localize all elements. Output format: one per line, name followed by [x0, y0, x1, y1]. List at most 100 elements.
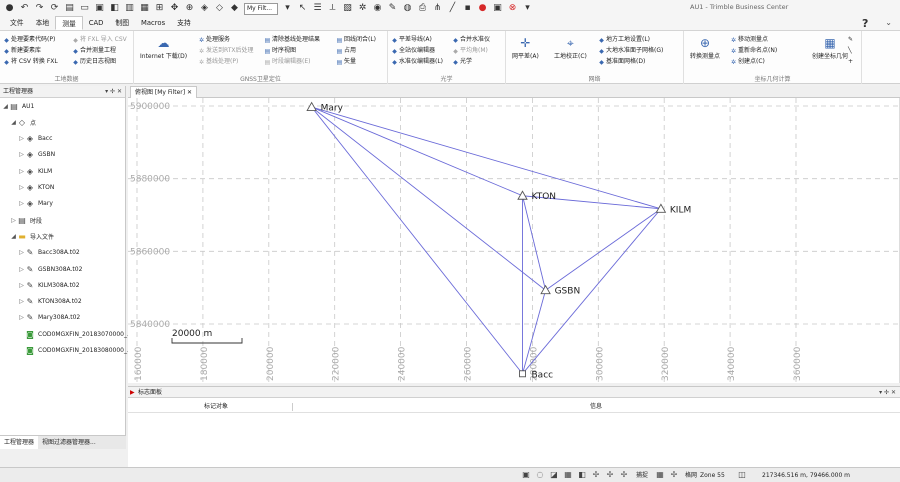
survey-point-marker[interactable] [517, 190, 528, 200]
tab-5[interactable]: Macros [135, 16, 171, 30]
tree-expander-icon[interactable]: ◢ [10, 119, 17, 126]
refresh-icon[interactable]: ⟳ [49, 3, 60, 14]
snap-layer-icon[interactable]: ◧ [577, 470, 587, 480]
tree-node[interactable]: ▷ ✎ Bacc308A.t02 [18, 247, 80, 259]
pan-icon[interactable]: ✥ [169, 3, 180, 14]
tab-plan-view[interactable]: 俯视图 [My Filter] ✕ [130, 86, 198, 98]
tab-project-explorer[interactable]: 工程管理器 [0, 436, 39, 449]
tree-node[interactable]: ▷ ✎ KTON308A.t02 [18, 296, 82, 308]
col-info[interactable]: 信息 [590, 401, 602, 413]
tab-3[interactable]: CAD [83, 16, 110, 30]
square-icon[interactable]: ▪ [462, 3, 473, 14]
tree-expander-icon[interactable]: ▷ [18, 314, 25, 321]
view-mode-icon[interactable]: ◫ [737, 470, 747, 480]
compass-icon[interactable]: ◉ [372, 3, 383, 14]
redo-icon[interactable]: ↷ [34, 3, 45, 14]
process-feature-codes-button[interactable]: ◆ 处理要素代码(P) [3, 36, 55, 44]
pin-icon[interactable]: ✢ [884, 389, 891, 396]
occupation-button[interactable]: ▤ 占用 [336, 47, 356, 55]
zoom-extents-icon[interactable]: ⊞ [154, 3, 165, 14]
snap-grid-icon[interactable]: ▦ [563, 470, 573, 480]
print-icon[interactable]: ⎙ [417, 3, 428, 14]
tree-expander-icon[interactable]: ▷ [10, 217, 17, 224]
snap-end-icon[interactable]: ◌ [535, 470, 545, 480]
col-flagged-object[interactable]: 标记对象 [204, 401, 228, 413]
snap-settings-icon[interactable]: ▦ [655, 470, 665, 480]
tree-expander-icon[interactable]: ▷ [18, 266, 25, 273]
tree-expander-icon[interactable]: ▷ [18, 298, 25, 305]
tree-expander-icon[interactable]: ▷ [18, 184, 25, 191]
tree-node[interactable]: ◙ COD0MGXFIN_20183070000_... [18, 328, 133, 340]
baseline-vector[interactable] [311, 106, 662, 210]
filter-dropdown-icon[interactable]: ▾ [282, 3, 293, 14]
edit-icon[interactable]: ✎ [387, 3, 398, 14]
merge-survey-projects-button[interactable]: ◆ 合并测量工程 [72, 47, 116, 55]
snap-mode-icon[interactable]: ▣ [521, 470, 531, 480]
expand-ribbon-icon[interactable]: ⌄ [885, 18, 892, 27]
baseline-vector[interactable] [311, 106, 546, 291]
select-icon[interactable]: ↖ [297, 3, 308, 14]
survey-point-marker[interactable] [306, 101, 317, 112]
tree-expander-icon[interactable]: ▷ [18, 168, 25, 175]
tree-expander-icon[interactable]: ▷ [18, 282, 25, 289]
network-adjustment-button[interactable]: ✛ 网平差(A) [512, 36, 539, 60]
local-site-settings-button[interactable]: ◆ 地方工地设置(L) [598, 36, 650, 44]
save-icon[interactable]: ▣ [94, 3, 105, 14]
transform-points-button[interactable]: ⊕ 转换测量点 [690, 36, 720, 60]
rename-points-button[interactable]: ✲ 重新命名点(N) [730, 47, 777, 55]
history-log-view-button[interactable]: ◆ 历史日志视图 [72, 58, 116, 66]
baseline-vector[interactable] [311, 106, 523, 375]
session-editor-button[interactable]: ▤ 时段编辑器(E) [264, 58, 311, 66]
import-fxl-csv-button[interactable]: ◆ 将 FXL 导入 CSV [72, 36, 127, 44]
send-rtx-button[interactable]: ✲ 发送到RTX后处理 [198, 47, 254, 55]
pin-icon[interactable]: ✢ [110, 88, 117, 95]
internet-download-button[interactable]: ☁ Internet 下载(D) [140, 36, 187, 60]
baseline-vector[interactable] [522, 195, 547, 291]
app-menu-icon[interactable]: ● [4, 3, 15, 14]
view-3d-icon[interactable]: ◈ [199, 3, 210, 14]
new-project-icon[interactable]: ▤ [64, 3, 75, 14]
tab-0[interactable]: 文件 [4, 16, 30, 30]
tree-node[interactable]: ◢ ▤ AU1 [2, 100, 34, 112]
network-icon[interactable]: ⋔ [432, 3, 443, 14]
snap-perp-icon[interactable]: ✢ [605, 470, 615, 480]
export-icon[interactable]: ▦ [139, 3, 150, 14]
save-as-icon[interactable]: ◧ [109, 3, 120, 14]
adjust-traverse-button[interactable]: ◆ 平差导线(A) [391, 36, 432, 44]
extra-tool-3-icon[interactable]: + [848, 58, 853, 66]
tree-expander-icon[interactable]: ▷ [18, 135, 25, 142]
tab-6[interactable]: 支持 [171, 16, 197, 30]
tree-expander-icon[interactable]: ▷ [18, 200, 25, 207]
record-icon[interactable]: ● [477, 3, 488, 14]
plan-view-svg[interactable]: 5900000 5880000 5860000 5840000 160000 180000… [128, 98, 898, 383]
tree-node[interactable]: ▷ ▤ 时段 [10, 214, 42, 226]
tree-node[interactable]: ▷ ✎ GSBN308A.t02 [18, 263, 82, 275]
tree-expander-icon[interactable]: ▷ [18, 249, 25, 256]
survey-point-label[interactable]: Mary [321, 104, 344, 114]
tab-view-filter-manager[interactable]: 视图过滤器管理器... [38, 436, 100, 449]
cancel-icon[interactable]: ⊗ [507, 3, 518, 14]
merge-level-button[interactable]: ◆ 合并水准仪 [452, 36, 490, 44]
more-icon[interactable]: ▾ [522, 3, 533, 14]
processing-service-button[interactable]: ✲ 处理服务 [198, 36, 230, 44]
clear-baseline-results-button[interactable]: ▤ 清除基线处理结果 [264, 36, 320, 44]
tree-node[interactable]: ▷ ◈ KTON [18, 182, 54, 194]
move-points-button[interactable]: ✲ 移动测量点 [730, 36, 768, 44]
tab-1[interactable]: 本地 [30, 16, 56, 30]
open-icon[interactable]: ▭ [79, 3, 90, 14]
total-station-editor-button[interactable]: ◆ 全站仪编辑器 [391, 47, 435, 55]
line-tool-icon[interactable]: ╱ [447, 3, 458, 14]
level-editor-button[interactable]: ◆ 水准仪编辑器(L) [391, 58, 443, 66]
plan-view-canvas[interactable]: 5900000 5880000 5860000 5840000 160000 180000… [128, 98, 900, 383]
tree-expander-icon[interactable]: ◢ [2, 103, 9, 110]
measure-icon[interactable]: ⟂ [327, 3, 338, 14]
plan-view-icon[interactable]: ◇ [214, 3, 225, 14]
tree-expander-icon[interactable]: ◢ [10, 233, 17, 240]
snap-toggle-icon[interactable]: ✢ [669, 470, 679, 480]
survey-point-label[interactable]: Bacc [532, 370, 554, 380]
survey-point-label[interactable]: KILM [670, 205, 691, 215]
properties-icon[interactable]: ☰ [312, 3, 323, 14]
grid-label[interactable]: 格网 [685, 471, 697, 480]
optical-button[interactable]: ◆ 光学 [452, 58, 472, 66]
extra-tool-2-icon[interactable]: ╲ [848, 47, 852, 55]
